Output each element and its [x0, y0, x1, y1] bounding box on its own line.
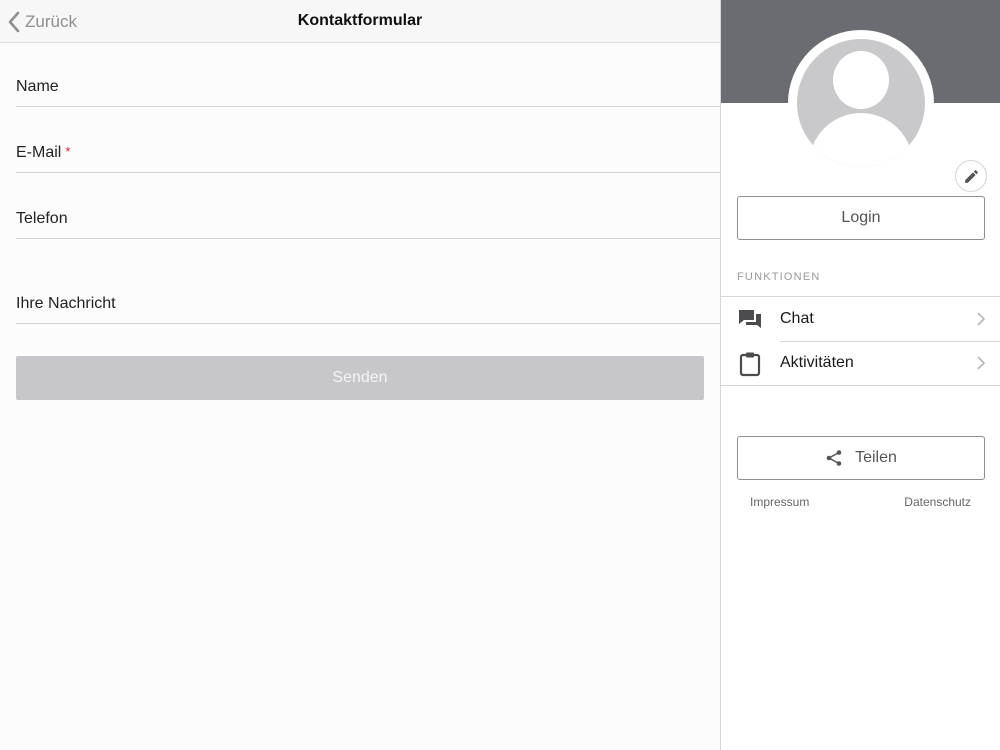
- share-button[interactable]: Teilen: [737, 436, 985, 480]
- menu-item-label: Aktivitäten: [780, 354, 854, 371]
- impressum-link[interactable]: Impressum: [750, 495, 809, 509]
- chevron-right-icon: [977, 356, 985, 370]
- required-marker: *: [65, 144, 71, 159]
- menu-item-activities[interactable]: Aktivitäten: [721, 341, 1000, 385]
- avatar[interactable]: [797, 39, 925, 167]
- contact-form-panel: Zurück Kontaktformular Name E-Mail * Tele…: [0, 0, 720, 750]
- app-window: Zurück Kontaktformular Name E-Mail * Tele…: [0, 0, 1000, 750]
- menu-item-chat[interactable]: Chat: [721, 297, 1000, 341]
- avatar-body-shape: [809, 113, 913, 167]
- share-button-label: Teilen: [855, 449, 897, 466]
- login-button[interactable]: Login: [737, 196, 985, 240]
- email-label: E-Mail *: [16, 144, 71, 161]
- phone-field[interactable]: Telefon: [16, 205, 720, 239]
- name-label: Name: [16, 78, 59, 95]
- message-field[interactable]: Ihre Nachricht: [16, 290, 720, 324]
- avatar-frame: [788, 30, 987, 192]
- login-button-label: Login: [841, 209, 881, 226]
- email-field[interactable]: E-Mail *: [16, 139, 720, 173]
- send-button[interactable]: Senden: [16, 356, 704, 400]
- message-label: Ihre Nachricht: [16, 295, 116, 312]
- chat-icon: [739, 310, 761, 328]
- datenschutz-link[interactable]: Datenschutz: [904, 495, 971, 509]
- section-label-funktionen: FUNKTIONEN: [737, 271, 821, 283]
- navigation-bar: Zurück Kontaktformular: [0, 0, 720, 43]
- avatar-head-shape: [833, 51, 889, 109]
- chevron-right-icon: [977, 312, 985, 326]
- page-title: Kontaktformular: [297, 12, 423, 29]
- edit-avatar-button[interactable]: [955, 160, 987, 192]
- share-icon: [826, 450, 842, 466]
- clipboard-icon: [739, 352, 761, 377]
- function-menu: Chat Aktivitäten: [721, 296, 1000, 386]
- menu-item-label: Chat: [780, 310, 814, 327]
- phone-label: Telefon: [16, 210, 68, 227]
- side-menu: Login FUNKTIONEN Chat Aktivitäten Teilen…: [720, 0, 1000, 750]
- name-field[interactable]: Name: [16, 73, 720, 107]
- pencil-icon: [964, 169, 978, 183]
